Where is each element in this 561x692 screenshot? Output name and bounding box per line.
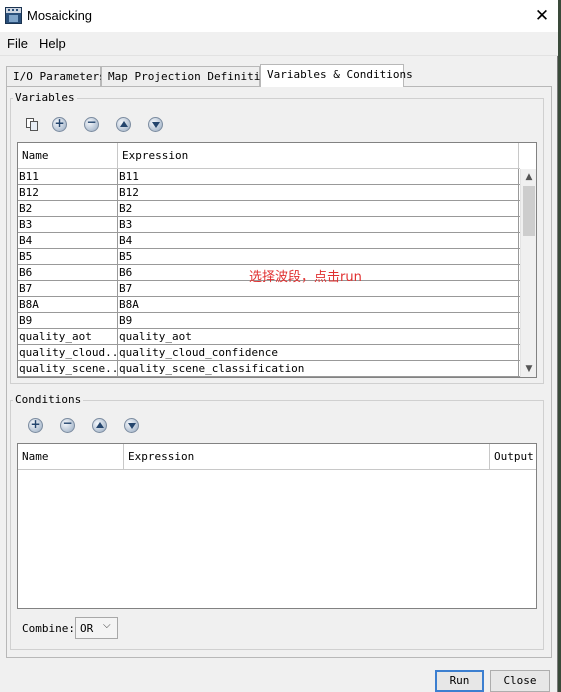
move-up-icon[interactable] bbox=[92, 418, 107, 433]
column-header-expression[interactable]: Expression bbox=[124, 444, 490, 469]
scroll-down-icon[interactable]: ▼ bbox=[521, 361, 536, 377]
move-up-icon[interactable] bbox=[116, 117, 131, 132]
variable-expression-cell[interactable]: B9 bbox=[118, 313, 519, 328]
instruction-annotation: 选择波段，点击run bbox=[249, 270, 362, 285]
run-button[interactable]: Run bbox=[435, 670, 484, 692]
combine-label: Combine: bbox=[22, 622, 75, 635]
combine-value: OR bbox=[80, 622, 94, 635]
variable-name-cell[interactable]: quality_cloud... bbox=[18, 345, 118, 360]
add-icon[interactable]: + bbox=[52, 116, 67, 132]
tab-io-parameters[interactable]: I/O Parameters bbox=[6, 66, 106, 87]
variable-expression-cell[interactable]: quality_aot bbox=[118, 329, 519, 344]
mosaicking-window: Mosaicking ✕ File Help I/O Parameters Ma… bbox=[0, 0, 558, 692]
move-down-icon[interactable] bbox=[148, 117, 163, 132]
variable-name-cell[interactable]: B6 bbox=[18, 265, 118, 280]
variable-expression-cell[interactable]: B5 bbox=[118, 249, 519, 264]
variable-name-cell[interactable]: quality_scene... bbox=[18, 361, 118, 376]
table-row[interactable]: quality_scene... quality_scene_classifica… bbox=[18, 361, 520, 377]
close-button[interactable]: Close bbox=[490, 670, 550, 692]
variable-name-cell[interactable]: B3 bbox=[18, 217, 118, 232]
snap-app-icon bbox=[5, 7, 22, 24]
variable-expression-cell[interactable]: B2 bbox=[118, 201, 519, 216]
menu-help[interactable]: Help bbox=[39, 36, 66, 51]
table-row[interactable]: B11 B11 bbox=[18, 169, 520, 185]
table-row[interactable]: B12 B12 bbox=[18, 185, 520, 201]
variable-name-cell[interactable]: B11 bbox=[18, 169, 118, 184]
variable-expression-cell[interactable]: quality_scene_classification bbox=[118, 361, 519, 376]
table-row[interactable]: B4 B4 bbox=[18, 233, 520, 249]
copy-icon[interactable] bbox=[25, 117, 40, 132]
variable-expression-cell[interactable]: B8A bbox=[118, 297, 519, 312]
remove-icon[interactable]: − bbox=[60, 416, 75, 433]
column-header-output[interactable]: Output bbox=[490, 444, 536, 469]
variable-expression-cell[interactable]: B3 bbox=[118, 217, 519, 232]
table-row[interactable]: quality_aot quality_aot bbox=[18, 329, 520, 345]
tab-variables-conditions[interactable]: Variables & Conditions bbox=[260, 64, 413, 87]
variable-name-cell[interactable]: B2 bbox=[18, 201, 118, 216]
table-row[interactable]: quality_cloud... quality_cloud_confidence bbox=[18, 345, 520, 361]
variable-name-cell[interactable]: B9 bbox=[18, 313, 118, 328]
variable-name-cell[interactable]: B4 bbox=[18, 233, 118, 248]
table-row[interactable]: B9 B9 bbox=[18, 313, 520, 329]
conditions-title: Conditions bbox=[13, 393, 84, 406]
variable-name-cell[interactable]: B8A bbox=[18, 297, 118, 312]
table-row[interactable]: B5 B5 bbox=[18, 249, 520, 265]
variable-name-cell[interactable]: B7 bbox=[18, 281, 118, 296]
tab-label: I/O Parameters bbox=[13, 70, 106, 83]
conditions-table: Name Expression Output bbox=[17, 443, 537, 609]
table-row[interactable]: B3 B3 bbox=[18, 217, 520, 233]
chevron-down-icon: ⌵ bbox=[103, 620, 111, 631]
variable-expression-cell[interactable]: B12 bbox=[118, 185, 519, 200]
menu-file[interactable]: File bbox=[7, 36, 28, 51]
variables-scrollbar[interactable]: ▲ ▼ bbox=[520, 169, 536, 377]
title-bar[interactable]: Mosaicking ✕ bbox=[0, 0, 558, 32]
variable-name-cell[interactable]: B5 bbox=[18, 249, 118, 264]
scroll-up-icon[interactable]: ▲ bbox=[521, 169, 536, 185]
close-icon[interactable]: ✕ bbox=[532, 6, 552, 26]
variables-title: Variables bbox=[13, 91, 77, 104]
conditions-table-header: Name Expression Output bbox=[18, 444, 536, 470]
combine-select[interactable]: OR ⌵ bbox=[75, 617, 118, 639]
variable-name-cell[interactable]: B12 bbox=[18, 185, 118, 200]
move-down-icon[interactable] bbox=[124, 418, 139, 433]
tab-label: Variables & Conditions bbox=[267, 68, 413, 81]
table-row[interactable]: B8A B8A bbox=[18, 297, 520, 313]
variable-expression-cell[interactable]: quality_cloud_confidence bbox=[118, 345, 519, 360]
variable-name-cell[interactable]: quality_aot bbox=[18, 329, 118, 344]
variables-table-header: Name Expression bbox=[18, 143, 520, 169]
window-title: Mosaicking bbox=[27, 8, 93, 23]
add-icon[interactable]: + bbox=[28, 417, 43, 433]
variable-expression-cell[interactable]: B4 bbox=[118, 233, 519, 248]
tab-label: Map Projection Definition bbox=[108, 70, 274, 83]
variables-table: Name Expression B11 B11 B12 B12 B2 B2 B3 B3 B4 B4… bbox=[17, 142, 537, 378]
scroll-thumb[interactable] bbox=[523, 186, 535, 236]
column-header-name[interactable]: Name bbox=[18, 143, 118, 168]
table-row[interactable]: B2 B2 bbox=[18, 201, 520, 217]
column-header-expression[interactable]: Expression bbox=[118, 143, 519, 168]
menu-bar: File Help bbox=[0, 32, 558, 56]
column-header-name[interactable]: Name bbox=[18, 444, 124, 469]
remove-icon[interactable]: − bbox=[84, 115, 99, 132]
variable-expression-cell[interactable]: B11 bbox=[118, 169, 519, 184]
tab-map-projection-definition[interactable]: Map Projection Definition bbox=[101, 66, 274, 87]
